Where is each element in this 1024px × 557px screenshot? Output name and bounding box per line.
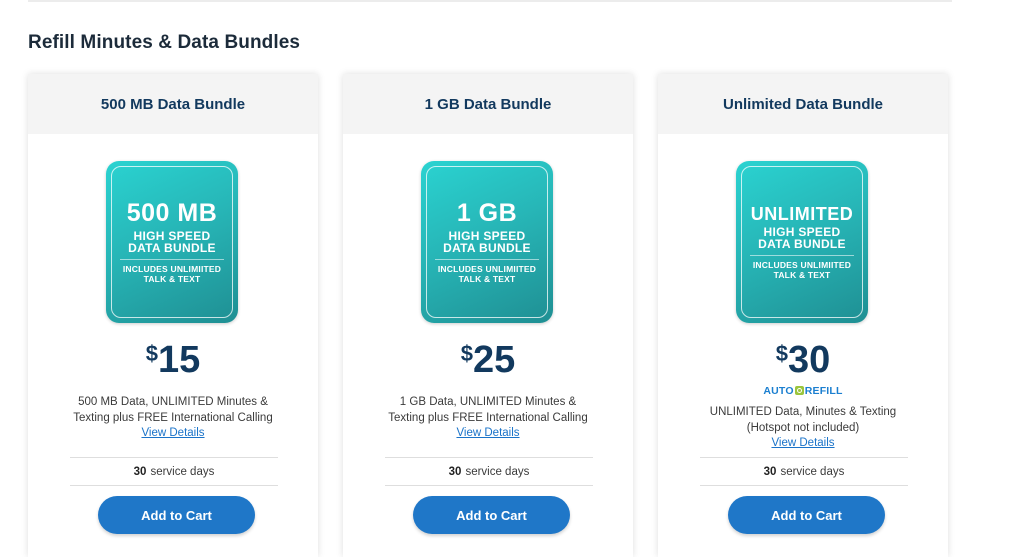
service-days: 30 service days: [700, 457, 908, 486]
service-days-label: service days: [780, 465, 845, 478]
card-header: Unlimited Data Bundle: [658, 74, 948, 134]
service-days: 30 service days: [70, 457, 278, 486]
card-title: Unlimited Data Bundle: [722, 95, 883, 113]
view-details-link[interactable]: View Details: [28, 427, 318, 439]
view-details-link[interactable]: View Details: [343, 427, 633, 439]
bundle-image-divider: [750, 255, 854, 256]
add-to-cart-button[interactable]: Add to Cart: [413, 496, 570, 534]
bundle-card-500mb: 500 MB Data Bundle 500 MB HIGH SPEED DAT…: [28, 74, 318, 557]
bundle-image-type: DATA BUNDLE: [758, 237, 846, 251]
description-line: 1 GB Data, UNLIMITED Minutes &: [399, 396, 577, 408]
currency-symbol: $: [775, 341, 788, 366]
bundle-image: 1 GB HIGH SPEED DATA BUNDLE INCLUDES UNL…: [421, 161, 553, 323]
bundle-image-type: DATA BUNDLE: [128, 241, 216, 255]
add-to-cart-button[interactable]: Add to Cart: [728, 496, 885, 534]
refill-icon: [794, 386, 804, 395]
description-line: 500 MB Data, UNLIMITED Minutes &: [78, 396, 268, 408]
autorefill-text-right: REFILL: [804, 385, 843, 397]
card-header: 1 GB Data Bundle: [343, 74, 633, 134]
bundle-image-note: TALK & TEXT: [458, 274, 516, 284]
bundle-image-divider: [435, 259, 539, 260]
description-line: (Hotspot not included): [746, 422, 860, 434]
currency-symbol: $: [460, 341, 473, 366]
price-value: 15: [157, 339, 201, 381]
service-days-label: service days: [465, 465, 530, 478]
service-days-label: service days: [150, 465, 215, 478]
autorefill-text-left: AUTO: [763, 385, 794, 397]
bundle-card-1gb: 1 GB Data Bundle 1 GB HIGH SPEED DATA BU…: [343, 74, 633, 557]
bundle-image: 500 MB HIGH SPEED DATA BUNDLE INCLUDES U…: [106, 161, 238, 323]
service-days-count: 30: [448, 465, 462, 478]
card-title: 500 MB Data Bundle: [100, 95, 246, 113]
bundle-image-frame: 1 GB HIGH SPEED DATA BUNDLE INCLUDES UNL…: [426, 166, 548, 318]
price-value: 30: [787, 339, 831, 381]
currency-symbol: $: [145, 341, 158, 366]
bundle-card-unlimited: Unlimited Data Bundle UNLIMITED HIGH SPE…: [658, 74, 948, 557]
card-title: 1 GB Data Bundle: [424, 95, 552, 113]
card-header: 500 MB Data Bundle: [28, 74, 318, 134]
price: $30: [658, 338, 948, 382]
bundle-image-note: TALK & TEXT: [143, 274, 201, 284]
bundle-image-frame: UNLIMITED HIGH SPEED DATA BUNDLE INCLUDE…: [741, 166, 863, 318]
bundle-description: UNLIMITED Data, Minutes & Texting (Hotsp…: [678, 404, 928, 436]
service-days-count: 30: [133, 465, 147, 478]
description-line: UNLIMITED Data, Minutes & Texting: [709, 406, 897, 418]
price: $15: [28, 338, 318, 382]
bundle-image-note: INCLUDES UNLIMIITED: [752, 260, 852, 270]
bundle-image-note: INCLUDES UNLIMIITED: [437, 264, 537, 274]
description-line: Texting plus FREE International Calling: [73, 412, 273, 424]
bundle-image-size: 500 MB: [126, 199, 218, 227]
bundle-cards: 500 MB Data Bundle 500 MB HIGH SPEED DAT…: [28, 74, 952, 557]
top-divider: [28, 0, 952, 2]
bundle-description: 1 GB Data, UNLIMITED Minutes & Texting p…: [363, 394, 613, 426]
view-details-link[interactable]: View Details: [658, 437, 948, 449]
price-value: 25: [472, 339, 516, 381]
autorefill-badge: AUTO REFILL: [658, 385, 948, 397]
add-to-cart-button[interactable]: Add to Cart: [98, 496, 255, 534]
bundle-image-size: UNLIMITED: [750, 204, 854, 224]
bundle-image-type: DATA BUNDLE: [443, 241, 531, 255]
price: $25: [343, 338, 633, 382]
bundle-image-size: 1 GB: [456, 199, 518, 227]
section-title: Refill Minutes & Data Bundles: [28, 32, 301, 53]
bundle-description: 500 MB Data, UNLIMITED Minutes & Texting…: [48, 394, 298, 426]
bundle-image: UNLIMITED HIGH SPEED DATA BUNDLE INCLUDE…: [736, 161, 868, 323]
bundle-image-divider: [120, 259, 224, 260]
service-days-count: 30: [763, 465, 777, 478]
bundle-image-frame: 500 MB HIGH SPEED DATA BUNDLE INCLUDES U…: [111, 166, 233, 318]
service-days: 30 service days: [385, 457, 593, 486]
bundle-image-note: TALK & TEXT: [773, 270, 831, 280]
description-line: Texting plus FREE International Calling: [388, 412, 588, 424]
bundle-image-note: INCLUDES UNLIMIITED: [122, 264, 222, 274]
